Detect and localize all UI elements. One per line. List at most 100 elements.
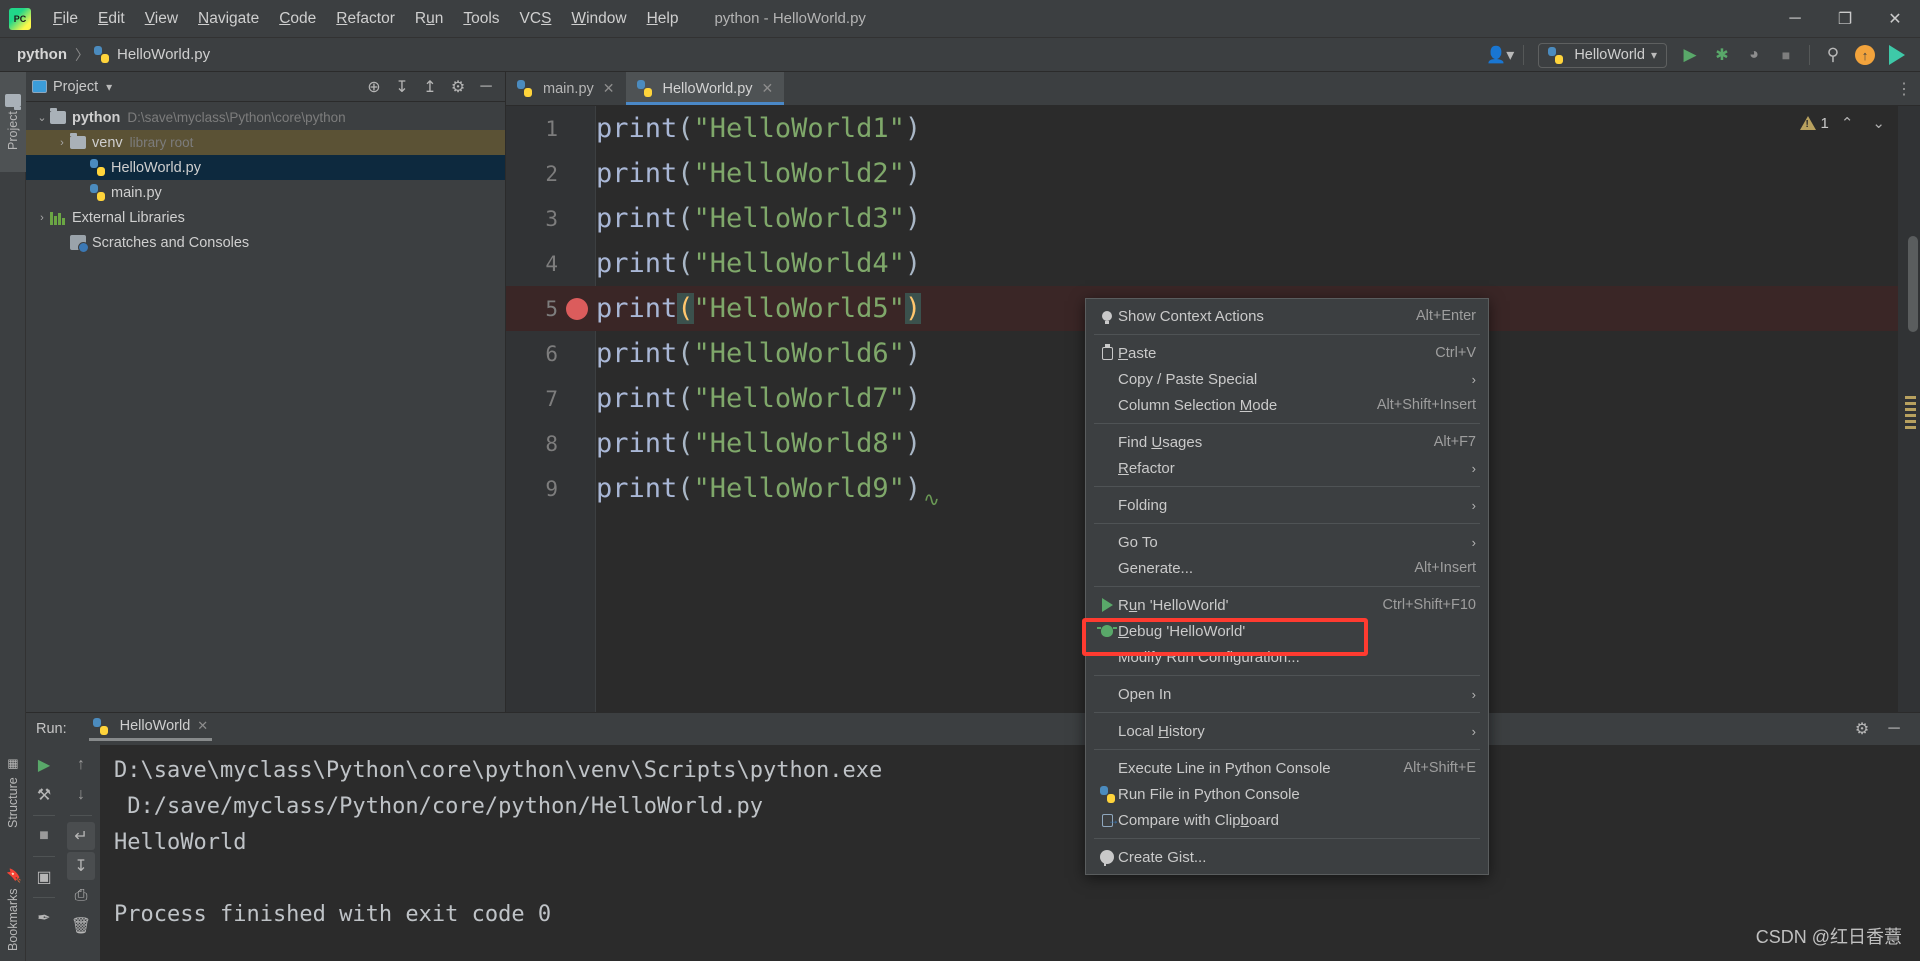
context-menu-item-execute-line-in-python-console[interactable]: Execute Line in Python Console Alt+Shift+…	[1086, 755, 1488, 781]
scroll-to-end-icon[interactable]: ↧	[67, 852, 95, 880]
tab-helloworld-py[interactable]: HelloWorld.py ✕	[625, 72, 785, 105]
print-icon[interactable]: ⎙	[67, 882, 95, 910]
user-account-icon[interactable]: 👤▾	[1485, 41, 1515, 69]
run-button[interactable]: ▶	[1675, 41, 1705, 69]
stop-icon[interactable]: ■	[30, 822, 58, 850]
run-with-coverage-button[interactable]: ◕	[1739, 41, 1769, 69]
context-menu-item-go-to[interactable]: Go To ›	[1086, 529, 1488, 555]
tree-node-main-py[interactable]: main.py	[26, 180, 505, 205]
inspection-status[interactable]: 1 ⌃ ⌄	[1799, 114, 1893, 132]
context-menu-item-column-selection-mode[interactable]: Column Selection Mode Alt+Shift+Insert	[1086, 392, 1488, 418]
menu-tools[interactable]: Tools	[453, 6, 509, 32]
rerun-icon[interactable]: ▶	[30, 751, 58, 779]
tab-main-py[interactable]: main.py ✕	[506, 72, 626, 105]
tree-node-external-libraries[interactable]: › External Libraries	[26, 205, 505, 230]
context-menu-item-show-context-actions[interactable]: Show Context Actions Alt+Enter	[1086, 303, 1488, 329]
close-tab-icon[interactable]: ✕	[603, 80, 615, 97]
layout-icon[interactable]: ▣	[30, 863, 58, 891]
context-menu-item-find-usages[interactable]: Find Usages Alt+F7	[1086, 429, 1488, 455]
context-menu-item-run-helloworld[interactable]: Run 'HelloWorld' Ctrl+Shift+F10	[1086, 592, 1488, 618]
run-console-output[interactable]: D:\save\myclass\Python\core\python\venv\…	[100, 745, 1920, 961]
code-text: print("HelloWorld4")	[596, 248, 922, 279]
breadcrumb-file[interactable]: HelloWorld.py	[114, 46, 213, 63]
code-line[interactable]: 4 print("HelloWorld4")	[506, 241, 1920, 286]
menu-code[interactable]: Code	[269, 6, 326, 32]
close-button[interactable]: ✕	[1870, 0, 1920, 38]
context-menu-item-generate[interactable]: Generate... Alt+Insert	[1086, 555, 1488, 581]
menu-item-icon	[1096, 785, 1118, 803]
context-menu-item-refactor[interactable]: Refactor ›	[1086, 455, 1488, 481]
tree-node-venv[interactable]: › venv library root	[26, 130, 505, 155]
stop-button[interactable]: ■	[1771, 41, 1801, 69]
tree-expander-icon[interactable]: ›	[34, 212, 50, 224]
edit-configuration-icon[interactable]: ⚒	[30, 781, 58, 809]
context-menu-item-run-file-in-python-console[interactable]: Run File in Python Console	[1086, 781, 1488, 807]
editor-marker-strip[interactable]	[1898, 106, 1920, 712]
next-highlight-icon[interactable]: ⌄	[1865, 114, 1892, 132]
soft-wrap-icon[interactable]: ↵	[67, 822, 95, 850]
hide-icon[interactable]: ─	[473, 75, 499, 99]
menu-edit[interactable]: Edit	[88, 6, 135, 32]
menu-navigate[interactable]: Navigate	[188, 6, 269, 32]
collapse-all-icon[interactable]: ↥	[417, 75, 443, 99]
menu-run[interactable]: Run	[405, 6, 453, 32]
context-menu-item-compare-with-clipboard[interactable]: Compare with Clipboard	[1086, 807, 1488, 833]
context-menu-item-create-gist[interactable]: Create Gist...	[1086, 844, 1488, 870]
run-tab-helloworld[interactable]: HelloWorld ✕	[85, 717, 217, 741]
editor-scrollbar-thumb[interactable]	[1908, 236, 1918, 332]
close-tab-icon[interactable]: ✕	[762, 80, 774, 97]
tree-node-scratches-and-consoles[interactable]: Scratches and Consoles	[26, 230, 505, 255]
minimize-button[interactable]: ─	[1770, 0, 1820, 38]
context-menu-item-open-in[interactable]: Open In ›	[1086, 681, 1488, 707]
context-menu-item-debug-helloworld[interactable]: Debug 'HelloWorld'	[1086, 618, 1488, 644]
menu-file[interactable]: File	[43, 6, 88, 32]
code-line[interactable]: 2 print("HelloWorld2")	[506, 151, 1920, 196]
menu-help[interactable]: Help	[637, 6, 689, 32]
scratches-icon	[70, 235, 89, 253]
tree-expander-icon[interactable]: ›	[54, 137, 70, 149]
sidebar-item-project[interactable]: Project	[0, 72, 26, 172]
tree-node-python[interactable]: ⌄ python D:\save\myclass\Python\core\pytho…	[26, 105, 505, 130]
tree-node-helloworld-py[interactable]: HelloWorld.py	[26, 155, 505, 180]
settings-gear-icon[interactable]: ⚙	[445, 75, 471, 99]
tree-expander-icon[interactable]: ⌄	[34, 111, 50, 124]
breakpoint-icon[interactable]	[566, 297, 588, 320]
sidebar-item-structure[interactable]: Structure ▦	[0, 733, 26, 853]
ide-assistant-icon[interactable]	[1882, 41, 1912, 69]
code-line[interactable]: 1 print("HelloWorld1")	[506, 106, 1920, 151]
project-scope-chevron-icon[interactable]: ▾	[106, 80, 112, 94]
expand-all-icon[interactable]: ↧	[389, 75, 415, 99]
clear-all-icon[interactable]: 🗑	[67, 912, 95, 940]
updates-available-icon[interactable]: ↑	[1850, 41, 1880, 69]
select-opened-file-icon[interactable]: ⊕	[361, 75, 387, 99]
close-run-tab-icon[interactable]: ✕	[197, 718, 208, 734]
pin-icon[interactable]: ✒	[30, 904, 58, 932]
previous-highlight-icon[interactable]: ⌃	[1834, 114, 1861, 132]
up-arrow-icon[interactable]: ↑	[67, 751, 95, 779]
menu-window[interactable]: Window	[561, 6, 636, 32]
debug-button[interactable]: ✱	[1707, 41, 1737, 69]
menu-refactor[interactable]: Refactor	[326, 6, 405, 32]
breadcrumb-project[interactable]: python	[14, 46, 70, 63]
context-menu-item-local-history[interactable]: Local History ›	[1086, 718, 1488, 744]
menu-item-label: Go To	[1118, 533, 1158, 551]
search-everywhere-icon[interactable]: ⚲	[1818, 41, 1848, 69]
maximize-button[interactable]: ❐	[1820, 0, 1870, 38]
code-line[interactable]: 3 print("HelloWorld3")	[506, 196, 1920, 241]
editor-context-menu[interactable]: Show Context Actions Alt+Enter Paste Ctrl+V…	[1085, 298, 1489, 875]
editor-options-icon[interactable]: ⋮	[1896, 72, 1920, 105]
menu-item-shortcut: Alt+Insert	[1414, 560, 1476, 576]
context-menu-item-folding[interactable]: Folding ›	[1086, 492, 1488, 518]
context-menu-item-modify-run-configuration[interactable]: Modify Run Configuration...	[1086, 644, 1488, 670]
hide-run-panel-icon[interactable]: ─	[1880, 715, 1908, 743]
menu-separator	[1094, 523, 1480, 524]
menu-view[interactable]: View	[135, 6, 188, 32]
down-arrow-icon[interactable]: ↓	[67, 781, 95, 809]
sidebar-item-bookmarks[interactable]: Bookmarks 🔖	[0, 857, 26, 961]
run-configuration-selector[interactable]: HelloWorld ▾	[1538, 42, 1667, 68]
run-pane-body: ▶ ⚒ ■ ▣ ✒ ↑ ↓ ↵ ↧ ⎙ 🗑 D:\save\myclass\Python\core…	[26, 745, 1920, 961]
menu-vcs[interactable]: VCS	[510, 6, 562, 32]
run-settings-gear-icon[interactable]: ⚙	[1848, 715, 1876, 743]
context-menu-item-copy-paste-special[interactable]: Copy / Paste Special ›	[1086, 366, 1488, 392]
context-menu-item-paste[interactable]: Paste Ctrl+V	[1086, 340, 1488, 366]
